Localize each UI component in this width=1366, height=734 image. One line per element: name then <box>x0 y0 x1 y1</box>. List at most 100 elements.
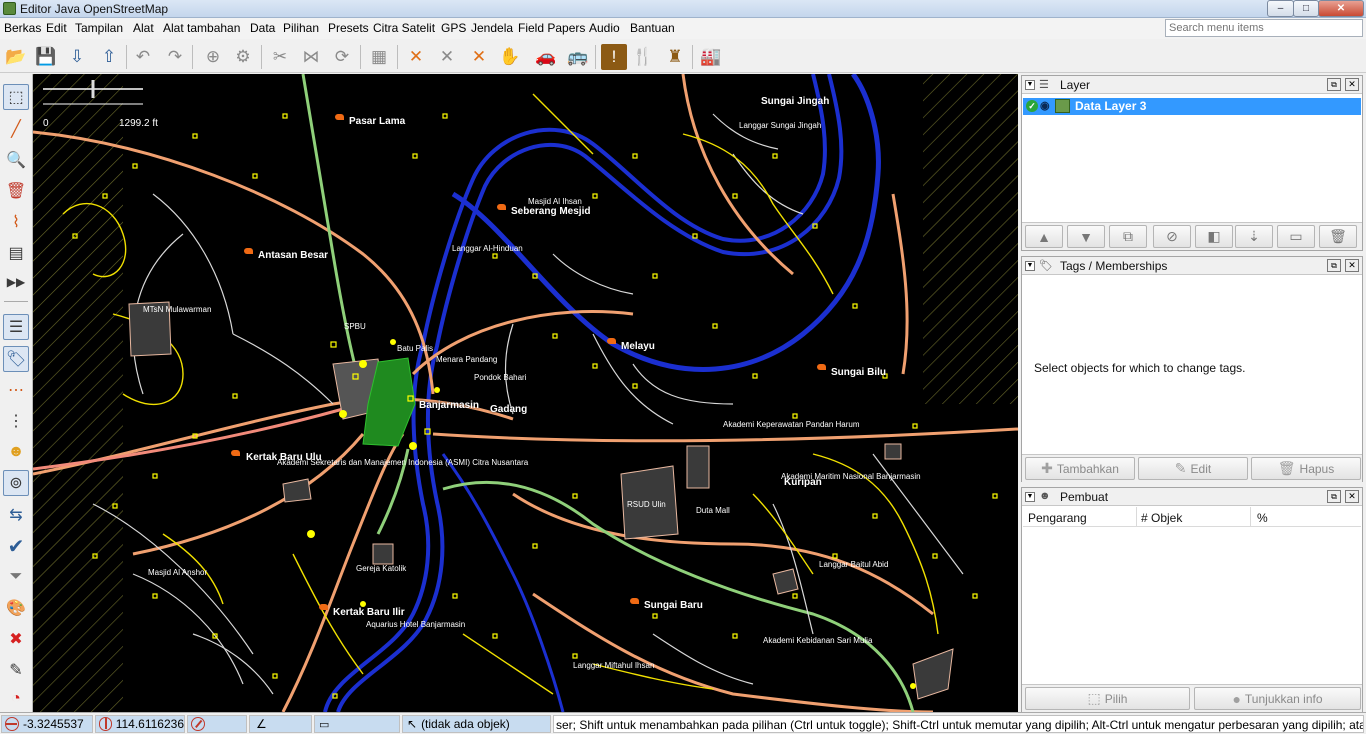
map-canvas[interactable] <box>33 74 1018 712</box>
speed-icon[interactable]: ◔ <box>3 686 29 712</box>
edit-tag-button[interactable]: ✎ Edit <box>1138 457 1248 480</box>
menu-bantuan[interactable]: Bantuan <box>630 21 675 35</box>
menu-bar: Berkas Edit Tampilan Alat Alat tambahan … <box>0 18 1366 39</box>
menu-edit[interactable]: Edit <box>46 21 67 35</box>
scale-max-label: 1299.2 ft <box>119 118 158 129</box>
activate-icon[interactable]: ▭ <box>1277 225 1315 248</box>
menu-alat[interactable]: Alat <box>133 21 154 35</box>
opacity-icon[interactable]: ◧ <box>1195 225 1233 248</box>
delete-tool-icon[interactable]: 🗑 <box>3 178 29 204</box>
redo-icon[interactable]: ↷ <box>162 44 188 70</box>
poi-label: Menara Pandang <box>436 355 498 364</box>
menu-data[interactable]: Data <box>250 21 275 35</box>
menu-jendela[interactable]: Jendela <box>471 21 513 35</box>
menu-alat-tambahan[interactable]: Alat tambahan <box>163 21 240 35</box>
users-toggle-icon[interactable]: ☻ <box>3 439 29 465</box>
zoom-tool-icon[interactable]: 🔍 <box>3 147 29 173</box>
trash-icon[interactable]: 🗑 <box>1319 225 1357 248</box>
bus-icon[interactable]: 🚌 <box>565 44 591 70</box>
satellite-imagery-icon[interactable]: ▦ <box>366 44 392 70</box>
relations-toggle-icon[interactable]: ⋯ <box>3 377 29 403</box>
menu-tampilan[interactable]: Tampilan <box>75 21 123 35</box>
close-panel-icon[interactable]: ✕ <box>1345 78 1359 91</box>
menu-audio[interactable]: Audio <box>589 21 620 35</box>
trash-icon: 🗑 <box>1277 460 1296 476</box>
select-author-button[interactable]: ⬚ Pilih <box>1025 687 1190 710</box>
map-paint-icon[interactable]: 🎨 <box>3 595 29 621</box>
show-info-button[interactable]: ● Tunjukkan info <box>1194 687 1361 710</box>
undock-icon[interactable]: ⧉ <box>1327 259 1341 272</box>
preferences-icon[interactable]: ⚙ <box>230 44 256 70</box>
selection-list-icon[interactable]: ⋮ <box>3 408 29 434</box>
highway-junction-icon[interactable]: ✕ <box>466 44 492 70</box>
collapse-icon[interactable]: ▼ <box>1025 80 1035 90</box>
close-panel-icon[interactable]: ✕ <box>1345 490 1359 503</box>
authors-panel-header: ▼ ☻ Pembuat ⧉ ✕ <box>1022 488 1362 506</box>
map-view[interactable]: 0 1299.2 ft Pasar Lama Sungai Jingah Seb… <box>33 74 1018 712</box>
add-tag-button[interactable]: ✚ Tambahkan <box>1025 457 1135 480</box>
conflict-toggle-icon[interactable]: ⇆ <box>3 502 29 528</box>
select-author-label: Pilih <box>1104 691 1128 706</box>
draw-tool-icon[interactable]: ╱ <box>3 116 29 142</box>
tags-panel-title: Tags / Memberships <box>1060 259 1168 273</box>
delete-tag-button[interactable]: 🗑 Hapus <box>1251 457 1361 480</box>
errors-icon[interactable]: ✖ <box>3 626 29 652</box>
move-down-icon[interactable]: ▼ <box>1067 225 1105 248</box>
menu-citra-satelit[interactable]: Citra Satelit <box>373 21 435 35</box>
delete-layer-icon[interactable]: ⊘ <box>1153 225 1191 248</box>
close-window-button[interactable]: ✕ <box>1318 0 1364 17</box>
menu-search-input[interactable] <box>1165 19 1363 37</box>
menu-berkas[interactable]: Berkas <box>4 21 41 35</box>
parallel-way-icon[interactable]: ▤ <box>3 240 29 266</box>
out-of-bounds-area-left <box>33 74 123 712</box>
plus-icon: ✚ <box>1041 460 1053 476</box>
validation-icon[interactable]: ✔ <box>3 533 29 559</box>
undo-icon[interactable]: ↶ <box>130 44 156 70</box>
minimize-button[interactable]: – <box>1267 0 1294 17</box>
eye-icon[interactable]: ◉ <box>1040 99 1050 112</box>
highway-tertiary-icon[interactable]: ✕ <box>434 44 460 70</box>
amenity-icon[interactable]: ! <box>601 44 627 70</box>
undock-icon[interactable]: ⧉ <box>1327 78 1341 91</box>
industrial-icon[interactable]: 🏭 <box>698 44 724 70</box>
collapse-icon[interactable]: ▼ <box>1025 261 1035 271</box>
reverse-icon[interactable]: ⟳ <box>329 44 355 70</box>
restaurant-icon[interactable]: 🍴 <box>630 44 656 70</box>
download-icon[interactable]: ⇩ <box>64 44 90 70</box>
select-tool-icon[interactable]: ⬚ <box>3 84 29 110</box>
combine-way-icon[interactable]: ⋈ <box>298 44 324 70</box>
close-panel-icon[interactable]: ✕ <box>1345 259 1359 272</box>
column-header-objects[interactable]: # Objek <box>1141 511 1182 525</box>
column-header-author[interactable]: Pengarang <box>1028 511 1087 525</box>
move-up-icon[interactable]: ▲ <box>1025 225 1063 248</box>
zoom-to-data-icon[interactable]: ⊕ <box>200 44 226 70</box>
column-header-percent[interactable]: % <box>1257 511 1268 525</box>
layers-toggle-icon[interactable]: ☰ <box>3 314 29 340</box>
menu-pilihan[interactable]: Pilihan <box>283 21 319 35</box>
menu-presets[interactable]: Presets <box>328 21 369 35</box>
tags-toggle-icon[interactable]: 🏷 <box>3 346 29 372</box>
collapse-icon[interactable]: ▼ <box>1025 492 1035 502</box>
split-way-icon[interactable]: ✂ <box>267 44 293 70</box>
filter-toggle-icon[interactable]: ⊚ <box>3 470 29 496</box>
save-icon[interactable]: 💾 <box>33 44 59 70</box>
open-file-icon[interactable]: 📂 <box>3 44 29 70</box>
undock-icon[interactable]: ⧉ <box>1327 490 1341 503</box>
upload-icon[interactable]: ⇧ <box>96 44 122 70</box>
history-icon[interactable]: ✎ <box>3 657 29 683</box>
layer-visible-check-icon[interactable]: ✓ <box>1026 100 1038 112</box>
more-tools-icon[interactable]: ▶▶ <box>3 269 29 295</box>
filter-icon[interactable]: ⏷ <box>3 564 29 590</box>
merge-icon[interactable]: ⧉ <box>1109 225 1147 248</box>
menu-gps[interactable]: GPS <box>441 21 466 35</box>
improve-way-icon[interactable]: ⌇ <box>3 209 29 235</box>
highway-icon[interactable]: ✕ <box>403 44 429 70</box>
layer-row[interactable]: ✓ ◉ Data Layer 3 <box>1023 98 1361 115</box>
car-icon[interactable]: 🚗 <box>533 44 559 70</box>
menu-field-papers[interactable]: Field Papers <box>518 21 585 35</box>
maximize-button[interactable]: □ <box>1293 0 1319 17</box>
duplicate-icon[interactable]: ⇣ <box>1235 225 1273 248</box>
barrier-hand-icon[interactable]: ✋ <box>497 44 523 70</box>
castle-icon[interactable]: ♜ <box>662 44 688 70</box>
poi-label: Masjid Al Anshor <box>148 568 208 577</box>
